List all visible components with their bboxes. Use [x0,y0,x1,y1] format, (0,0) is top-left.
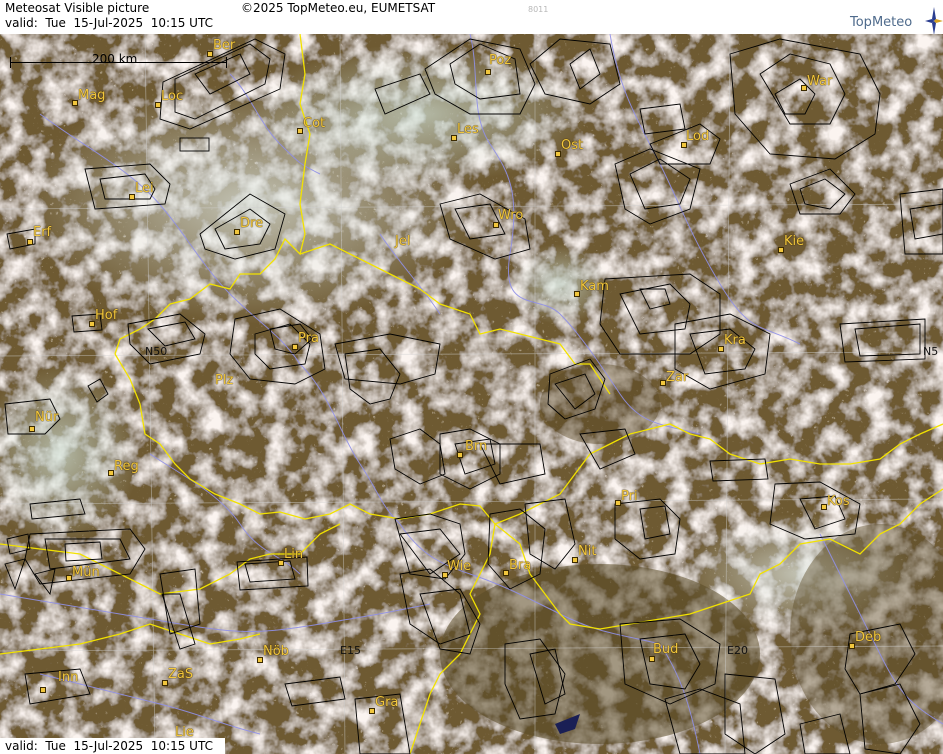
city-label-mag[interactable]: Mag [78,88,105,103]
city-label-jel[interactable]: Jel [395,234,410,249]
city-label-lei[interactable]: Lei [135,181,154,196]
city-label-erf[interactable]: Erf [33,225,51,240]
city-label-nob[interactable]: Nöb [263,644,289,659]
city-label-zar[interactable]: Zar [666,370,688,385]
city-label-plz[interactable]: Plz [215,373,233,388]
city-label-kos[interactable]: Kos [827,494,850,509]
satellite-map[interactable]: N50 N5 E15 E20 Ber Poz War Mag Loc Cot L… [0,34,943,754]
city-label-deb[interactable]: Deb [855,630,881,645]
city-label-reg[interactable]: Reg [114,459,139,474]
city-label-nit[interactable]: Nit [578,544,596,559]
city-label-gra[interactable]: Gra [375,695,398,710]
city-label-pra[interactable]: Pra [298,331,319,346]
city-label-cot[interactable]: Cot [303,116,325,131]
city-marker [485,69,491,75]
header-bar: Meteosat Visible picture valid: Tue 15-J… [0,0,943,34]
city-label-kie[interactable]: Kie [784,234,804,249]
city-label-bra[interactable]: Bra [509,558,531,573]
grid-label-n50-west: N50 [145,345,168,358]
city-label-pri[interactable]: Pri [621,489,638,504]
city-label-bud[interactable]: Bud [653,642,678,657]
city-label-kam[interactable]: Kam [580,279,609,294]
city-label-wie[interactable]: Wie [447,559,471,574]
valid-time-top: valid: Tue 15-Jul-2025 10:15 UTC [5,16,213,30]
city-label-hof[interactable]: Hof [95,308,117,323]
city-label-mun[interactable]: Mün [72,565,100,580]
city-label-ost[interactable]: Ost [561,138,583,153]
grid-label-n50-east: N5 [923,345,939,358]
valid-time-bottom: valid: Tue 15-Jul-2025 10:15 UTC [0,738,225,754]
city-label-les[interactable]: Les [457,122,479,137]
city-label-zas[interactable]: ZaS [168,667,193,682]
grid-label-e15: E15 [340,644,361,657]
city-label-nur[interactable]: Nür [35,410,58,425]
compass-icon [925,7,943,34]
scale-tick-right [226,57,227,68]
copyright-notice: ©2025 TopMeteo.eu, EUMETSAT [241,1,436,15]
city-label-lod[interactable]: Lod [686,129,709,144]
image-title: Meteosat Visible picture [5,1,150,15]
scale-tick-left [10,57,11,68]
city-label-poz[interactable]: Poz [489,53,511,68]
city-label-brn[interactable]: Brn [465,439,487,454]
topmeteo-logo: TopMeteo [842,2,943,34]
scale-label: 200 km [92,52,138,66]
city-label-lin[interactable]: Lin [284,547,303,562]
city-label-wro[interactable]: Wro [498,208,523,223]
satellite-image [0,34,943,754]
city-label-war[interactable]: War [807,74,832,89]
city-label-ber[interactable]: Ber [213,38,235,53]
city-marker [29,426,35,432]
city-label-dre[interactable]: Dre [240,216,263,231]
satellite-viewer: Meteosat Visible picture valid: Tue 15-J… [0,0,943,754]
city-label-inn[interactable]: Inn [58,670,78,685]
frame-id: 8011 [528,5,549,14]
city-marker [457,452,463,458]
city-marker [40,687,46,693]
city-label-kra[interactable]: Kra [724,333,746,348]
city-label-loc[interactable]: Loc [161,89,183,104]
grid-label-e20: E20 [727,644,748,657]
